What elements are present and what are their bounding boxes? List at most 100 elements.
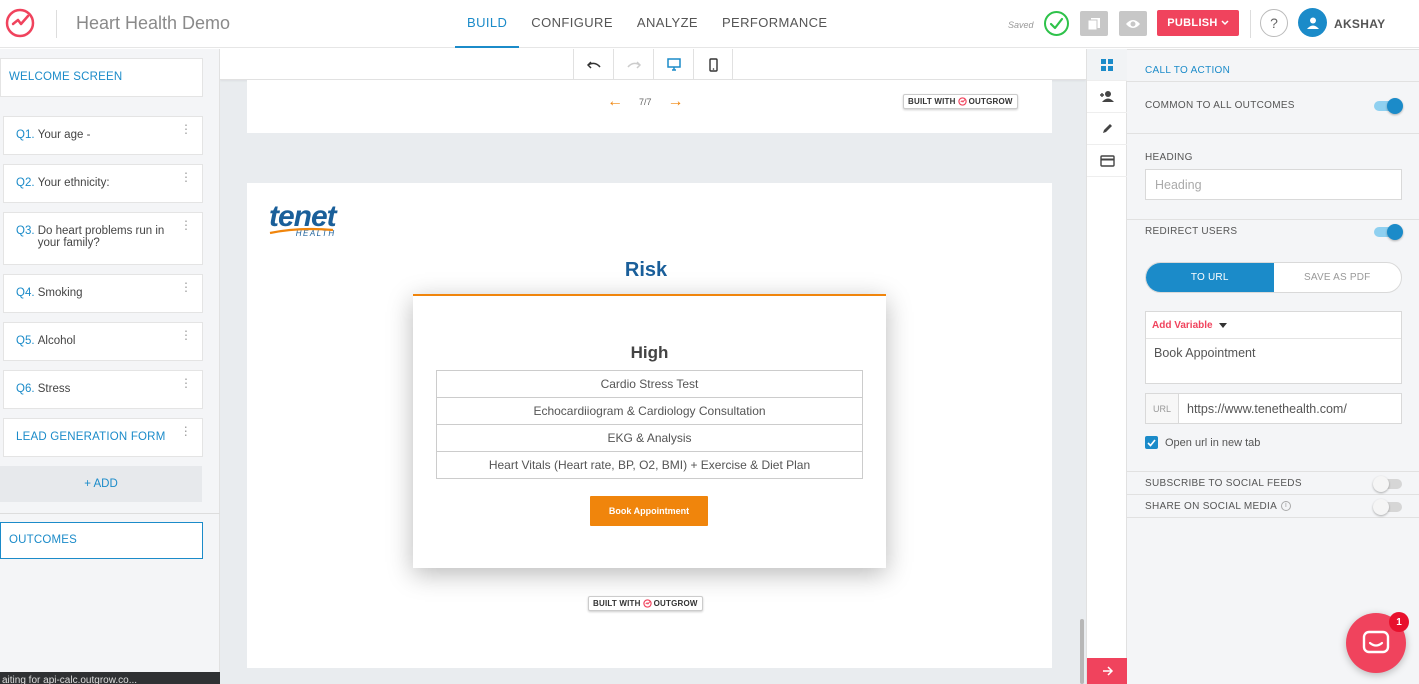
question-text: Smoking (37, 287, 83, 299)
heading-input[interactable]: Heading (1145, 169, 1402, 200)
url-input[interactable]: https://www.tenethealth.com/ (1179, 394, 1401, 423)
toggle-knob (1373, 499, 1389, 515)
tab-configure[interactable]: CONFIGURE (519, 0, 625, 48)
more-options-icon[interactable]: ⋮ (180, 377, 192, 389)
device-toolbar (220, 49, 1086, 80)
help-button[interactable]: ? (1260, 9, 1288, 37)
lead-form-label: LEAD GENERATION FORM (16, 431, 166, 443)
next-step-button[interactable] (1087, 658, 1128, 684)
add-variable-label: Add Variable (1152, 319, 1213, 331)
built-with-brand: OUTGROW (968, 97, 1013, 106)
question-item-6[interactable]: Q6. Stress ⋮ (3, 370, 203, 409)
save-as-pdf-option[interactable]: SAVE AS PDF (1274, 263, 1402, 292)
outcome-page-preview: tenet HEALTH Risk High Cardio Stress Tes… (247, 183, 1052, 668)
rail-layout-button[interactable] (1087, 49, 1127, 81)
divider (0, 513, 220, 514)
question-item-1[interactable]: Q1. Your age - ⋮ (3, 116, 203, 155)
rail-edit-button[interactable] (1087, 113, 1127, 145)
tab-performance[interactable]: PERFORMANCE (710, 0, 840, 48)
more-options-icon[interactable]: ⋮ (180, 281, 192, 293)
subscribe-label: SUBSCRIBE TO SOCIAL FEEDS (1145, 478, 1302, 489)
question-text: Stress (37, 383, 71, 395)
built-with-badge[interactable]: BUILT WITH OUTGROW (903, 94, 1018, 109)
to-url-option[interactable]: TO URL (1146, 263, 1274, 292)
question-item-2[interactable]: Q2. Your ethnicity: ⋮ (3, 164, 203, 203)
logo-swoosh-icon (269, 227, 334, 235)
redirect-toggle[interactable] (1374, 224, 1403, 240)
open-new-tab-label: Open url in new tab (1165, 436, 1261, 449)
built-with-label: BUILT WITH (908, 97, 956, 106)
table-cell: EKG & Analysis (436, 424, 863, 452)
add-variable-bar[interactable]: Add Variable (1146, 312, 1401, 339)
question-number: Q4. (16, 287, 35, 299)
preview-button[interactable] (1119, 11, 1147, 36)
mobile-view-button[interactable] (693, 49, 733, 80)
undo-button[interactable] (573, 49, 613, 80)
outcomes-item[interactable]: OUTCOMES (0, 522, 203, 559)
desktop-icon (666, 58, 681, 71)
add-user-icon (1100, 91, 1114, 102)
built-with-label: BUILT WITH (593, 599, 641, 608)
more-options-icon[interactable]: ⋮ (180, 171, 192, 183)
saved-status: Saved (1008, 20, 1034, 30)
avatar[interactable] (1298, 8, 1327, 37)
table-row: Heart Vitals (Heart rate, BP, O2, BMI) +… (436, 451, 863, 479)
tenet-health-logo: tenet HEALTH (269, 202, 337, 239)
built-with-badge[interactable]: BUILT WITH OUTGROW (588, 596, 703, 611)
arrow-right-icon[interactable]: → (668, 94, 684, 110)
button-text-input[interactable]: Book Appointment (1146, 339, 1401, 367)
more-options-icon[interactable]: ⋮ (180, 219, 192, 231)
user-icon (1306, 17, 1319, 29)
section-title: CALL TO ACTION (1145, 65, 1231, 76)
add-question-button[interactable]: + ADD (0, 466, 202, 502)
welcome-screen-item[interactable]: WELCOME SCREEN (0, 58, 203, 97)
tab-build[interactable]: BUILD (455, 0, 520, 48)
common-toggle[interactable] (1374, 98, 1403, 114)
common-outcomes-section: COMMON TO ALL OUTCOMES (1127, 82, 1419, 134)
share-toggle[interactable] (1373, 499, 1402, 515)
question-text: Your ethnicity: (37, 177, 110, 189)
question-item-3[interactable]: Q3. Do heart problems run in your family… (3, 212, 203, 265)
mobile-icon (708, 57, 718, 72)
table-cell: Heart Vitals (Heart rate, BP, O2, BMI) +… (436, 451, 863, 479)
more-options-icon[interactable]: ⋮ (180, 329, 192, 341)
publish-button[interactable]: PUBLISH (1157, 10, 1239, 36)
divider (56, 10, 57, 38)
more-options-icon[interactable]: ⋮ (180, 123, 192, 135)
desktop-view-button[interactable] (653, 49, 693, 80)
redirect-mode-segment: TO URL SAVE AS PDF (1145, 262, 1402, 293)
result-title[interactable]: High (413, 343, 886, 363)
lead-generation-form-item[interactable]: LEAD GENERATION FORM ⋮ (3, 418, 203, 457)
arrow-left-icon[interactable]: ← (607, 94, 623, 110)
arrow-right-icon (1102, 666, 1113, 676)
open-new-tab-checkbox[interactable]: Open url in new tab (1145, 436, 1260, 449)
templates-button[interactable] (1080, 11, 1108, 36)
outgrow-logo-icon[interactable] (4, 7, 36, 39)
outcome-heading[interactable]: Risk (247, 259, 1045, 282)
page-indicator: 7/7 (639, 97, 652, 107)
tab-analyze[interactable]: ANALYZE (625, 0, 710, 48)
editor-canvas: ← 7/7 → BUILT WITH OUTGROW tenet HEALTH … (220, 49, 1086, 684)
table-cell: Cardio Stress Test (436, 370, 863, 398)
canvas-scrollbar[interactable] (1080, 619, 1084, 684)
built-with-brand: OUTGROW (653, 599, 698, 608)
question-item-4[interactable]: Q4. Smoking ⋮ (3, 274, 203, 313)
table-row: EKG & Analysis (436, 424, 863, 452)
undo-icon (586, 60, 601, 69)
share-section: SHARE ON SOCIAL MEDIA i (1127, 495, 1419, 518)
more-options-icon[interactable]: ⋮ (180, 425, 192, 437)
rail-payment-button[interactable] (1087, 145, 1127, 177)
table-row: Cardio Stress Test (436, 370, 863, 398)
book-appointment-button[interactable]: Book Appointment (590, 496, 708, 526)
redo-button[interactable] (613, 49, 653, 80)
publish-label: PUBLISH (1167, 17, 1218, 29)
previous-page-preview: ← 7/7 → BUILT WITH OUTGROW (247, 80, 1052, 133)
rail-leads-button[interactable] (1087, 81, 1127, 113)
toggle-knob (1373, 476, 1389, 492)
question-item-5[interactable]: Q5. Alcohol ⋮ (3, 322, 203, 361)
result-table: Cardio Stress Test Echocardiiogram & Car… (436, 370, 863, 479)
subscribe-toggle[interactable] (1373, 476, 1402, 492)
top-bar: Heart Health Demo BUILD CONFIGURE ANALYZ… (0, 0, 1419, 48)
info-icon[interactable]: i (1281, 501, 1292, 512)
username[interactable]: AKSHAY (1334, 17, 1385, 31)
